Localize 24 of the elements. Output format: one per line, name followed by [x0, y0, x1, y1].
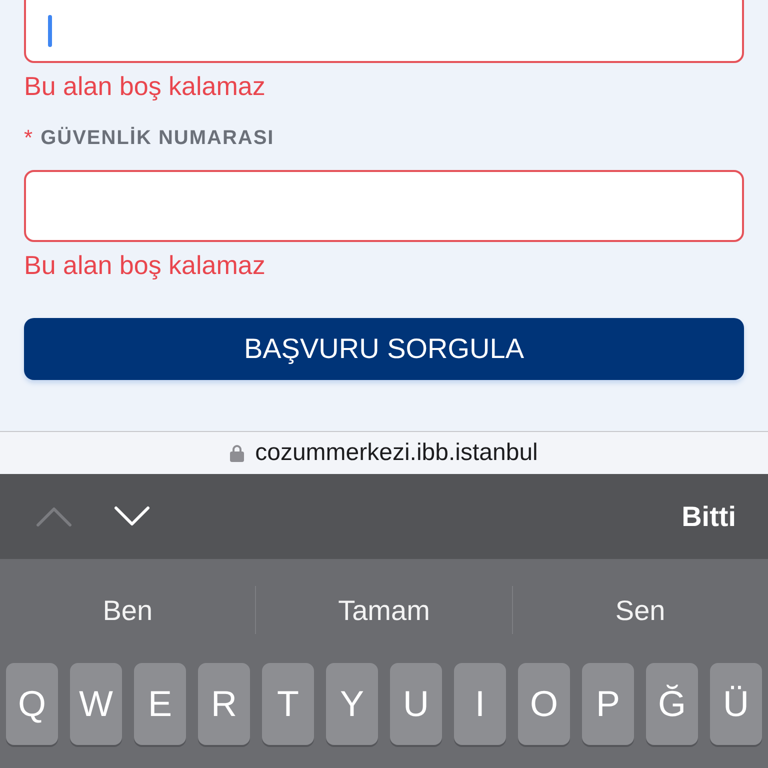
keyboard-key[interactable]: T: [262, 663, 314, 745]
keyboard-key[interactable]: U: [390, 663, 442, 745]
suggestion-item[interactable]: Tamam: [338, 594, 430, 628]
suggestion-item[interactable]: Sen: [615, 594, 666, 628]
keyboard-key[interactable]: E: [134, 663, 186, 745]
required-mark: *: [24, 124, 33, 152]
keyboard-key[interactable]: Y: [326, 663, 378, 745]
keyboard-key[interactable]: Ü: [710, 663, 762, 745]
input-field[interactable]: [24, 170, 744, 242]
error-message: Bu alan boş kalamaz: [24, 70, 266, 102]
done-button[interactable]: Bitti: [682, 500, 736, 534]
field-label: GÜVENLİK NUMARASI: [40, 126, 274, 151]
submit-button[interactable]: BAŞVURU SORGULA: [24, 318, 744, 380]
keyboard-key[interactable]: W: [70, 663, 122, 745]
keyboard-key[interactable]: O: [518, 663, 570, 745]
error-message: Bu alan boş kalamaz: [24, 249, 266, 281]
keyboard-key[interactable]: P: [582, 663, 634, 745]
keyboard-key[interactable]: R: [198, 663, 250, 745]
suggestion-item[interactable]: Ben: [102, 594, 153, 628]
keyboard-key[interactable]: I: [454, 663, 506, 745]
keyboard-key[interactable]: Q: [6, 663, 58, 745]
keyboard-key[interactable]: Ğ: [646, 663, 698, 745]
input-field[interactable]: [24, 0, 744, 63]
url-text: cozummerkezi.ibb.istanbul: [255, 438, 538, 468]
